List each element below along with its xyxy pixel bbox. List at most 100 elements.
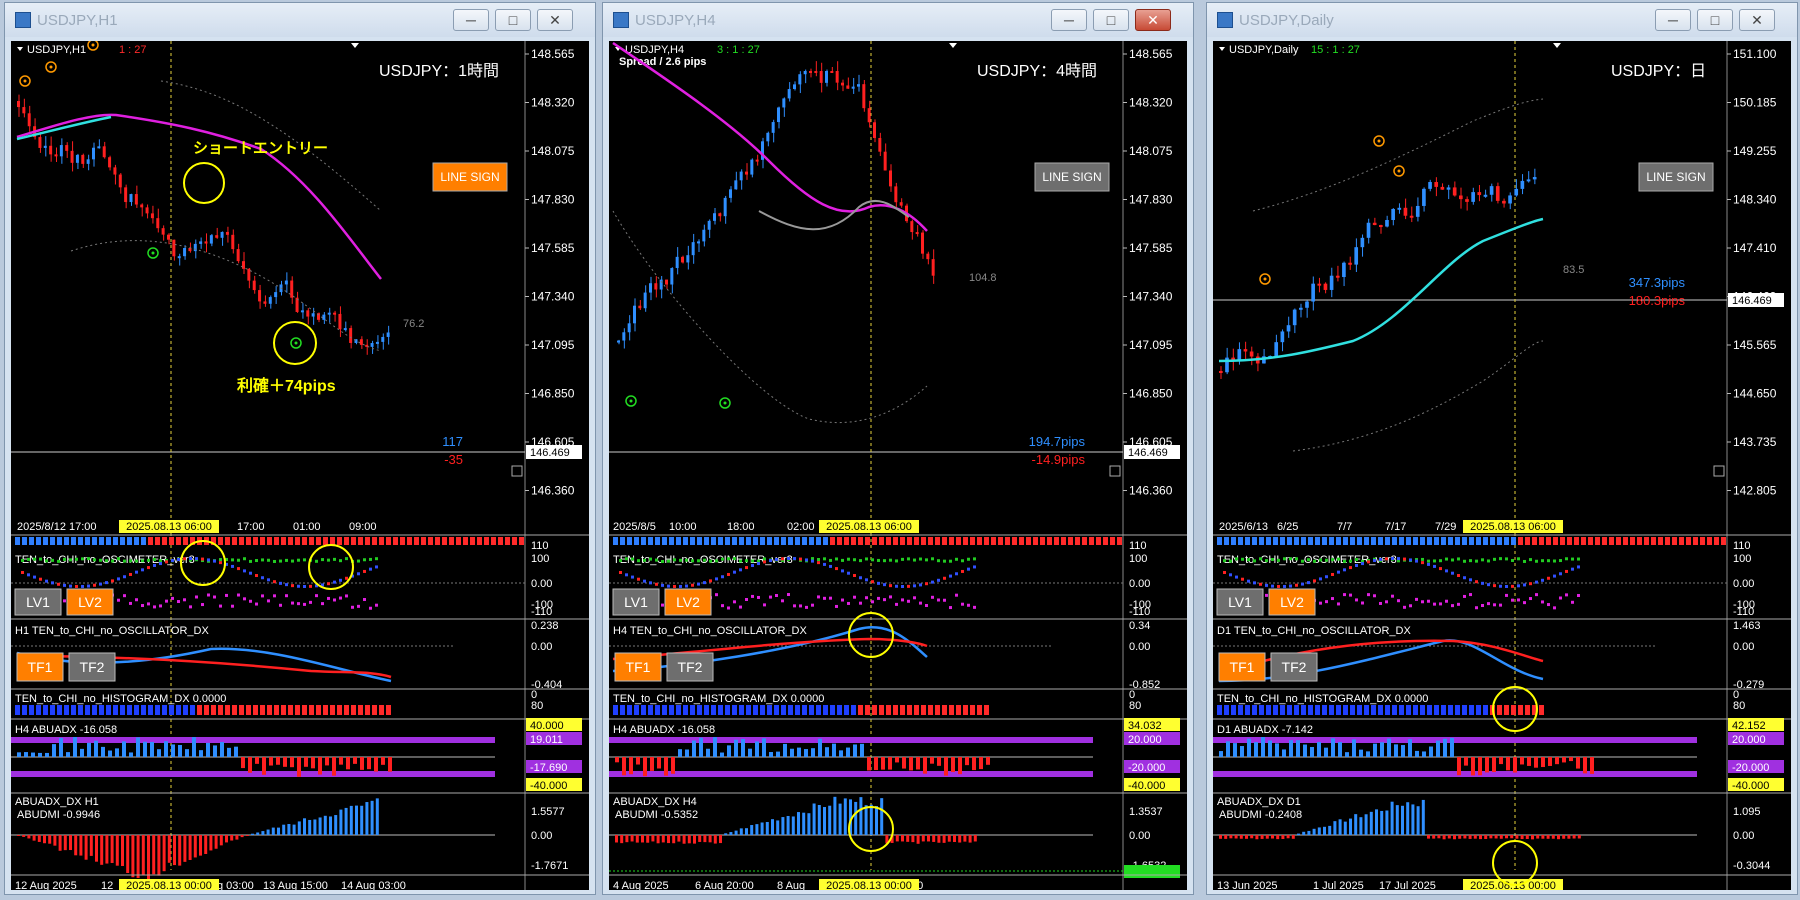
abuadx-bar bbox=[353, 757, 357, 764]
abudmi-bar bbox=[1484, 835, 1488, 839]
abudmi-bar bbox=[906, 835, 910, 842]
abuadx-bar bbox=[339, 757, 343, 765]
oscillator-scale-label: 0.00 bbox=[531, 641, 552, 653]
strength-strip-cell bbox=[267, 537, 272, 545]
candle-body bbox=[713, 213, 716, 221]
abudmi-bar bbox=[1239, 835, 1243, 839]
bottom-time-cursor-label: 2025.08.13 00:00 bbox=[826, 880, 912, 890]
strength-strip-cell bbox=[1567, 537, 1572, 545]
chart-canvas[interactable]: 148.565148.320148.075147.830147.585147.3… bbox=[11, 41, 589, 890]
minimize-button[interactable]: ─ bbox=[1655, 9, 1691, 31]
histogram-bar bbox=[1371, 705, 1376, 715]
abuadx-scale-label: 19.011 bbox=[530, 734, 563, 746]
strength-strip-cell bbox=[358, 537, 363, 545]
signal-marker-dot bbox=[23, 79, 27, 83]
abudmi-bar bbox=[776, 820, 780, 835]
title-bar[interactable]: USDJPY,H1 ─ □ ✕ bbox=[5, 3, 595, 37]
candle-body bbox=[338, 313, 342, 330]
chart-window-3[interactable]: USDJPY,Daily ─ □ ✕ 151.100 150.185 149.255… bbox=[1206, 2, 1798, 895]
candle-body bbox=[803, 71, 807, 75]
candle-body bbox=[167, 234, 170, 240]
abudmi-bar bbox=[1411, 804, 1415, 835]
oscimeter-dot-green bbox=[87, 557, 90, 561]
candle-body bbox=[675, 256, 679, 269]
abudmi-bar bbox=[235, 835, 239, 840]
strength-strip-cell bbox=[1539, 537, 1544, 545]
candle-body bbox=[215, 235, 219, 238]
oscimeter-dot bbox=[21, 571, 24, 574]
abudmi-bar bbox=[261, 831, 265, 835]
candle-body bbox=[161, 228, 165, 235]
minimize-button[interactable]: ─ bbox=[1051, 9, 1087, 31]
strength-strip-cell bbox=[655, 537, 660, 545]
abudmi-title: ABUDMI -0.9946 bbox=[17, 809, 100, 821]
title-bar[interactable]: USDJPY,H4 ─ □ ✕ bbox=[603, 3, 1193, 37]
oscimeter-dot-green bbox=[637, 559, 640, 563]
abuadx-bar bbox=[1401, 745, 1405, 757]
minimize-button[interactable]: ─ bbox=[453, 9, 489, 31]
histogram-bar bbox=[267, 705, 272, 715]
abudmi-bar bbox=[719, 835, 722, 844]
candle-body bbox=[1274, 342, 1279, 356]
oscimeter-dot-green bbox=[345, 557, 348, 561]
abudmi-bar bbox=[823, 807, 826, 835]
abudmi-bar bbox=[693, 835, 696, 844]
abudmi-bar bbox=[1421, 799, 1425, 835]
oscimeter-dot bbox=[129, 572, 132, 576]
abuadx-dx-title: ABUADX_DX D1 bbox=[1217, 796, 1301, 808]
oscimeter-dot-green bbox=[99, 558, 102, 562]
oscimeter-dot-green bbox=[1475, 559, 1478, 563]
close-button[interactable]: ✕ bbox=[537, 9, 573, 31]
chart-canvas[interactable]: 151.100150.185149.255148.340147.410146.4… bbox=[1213, 41, 1791, 890]
oscimeter-button-label: LV2 bbox=[676, 594, 700, 610]
oscimeter-dot-green bbox=[111, 559, 114, 563]
histogram-bar bbox=[1504, 705, 1509, 715]
chart-canvas[interactable]: 148.565148.320148.075147.830147.585147.3… bbox=[609, 41, 1187, 890]
chart-window-2[interactable]: USDJPY,H4 ─ □ ✕ 148.565 148.320 148.075 147… bbox=[602, 2, 1194, 895]
oscimeter-dot bbox=[1385, 557, 1388, 561]
abuadx-bar bbox=[1422, 751, 1426, 757]
maximize-button[interactable]: □ bbox=[1093, 9, 1129, 31]
chart-area[interactable]: 148.565 148.320 148.075 147.830 147.585 147.3… bbox=[609, 41, 1187, 890]
strength-strip-cell bbox=[788, 537, 793, 545]
strength-strip-cell bbox=[456, 537, 461, 545]
strength-strip-cell bbox=[218, 537, 223, 545]
close-button[interactable]: ✕ bbox=[1739, 9, 1775, 31]
histogram-bar bbox=[99, 705, 104, 715]
oscimeter-dot bbox=[823, 562, 826, 566]
abudmi-bar bbox=[147, 835, 150, 880]
oscimeter-dot-green bbox=[691, 559, 694, 563]
histogram-bar bbox=[718, 705, 723, 715]
oscimeter-dot bbox=[1241, 577, 1244, 581]
abudmi-bar bbox=[854, 801, 858, 835]
abuadx-bar bbox=[1240, 746, 1244, 757]
chart-window-1[interactable]: USDJPY,H1 ─ □ ✕ 148.565 148.320 148.075 147… bbox=[4, 2, 596, 895]
candle-body bbox=[1502, 200, 1506, 204]
maximize-button[interactable]: □ bbox=[1697, 9, 1733, 31]
oscimeter-dot-magenta bbox=[1433, 602, 1436, 606]
abuadx-bar bbox=[1275, 743, 1279, 757]
oscimeter-dot-green bbox=[955, 557, 958, 561]
oscimeter-dot bbox=[1223, 571, 1226, 574]
maximize-button[interactable]: □ bbox=[495, 9, 531, 31]
oscimeter-dot bbox=[1553, 574, 1556, 578]
abudmi-bar bbox=[1562, 835, 1566, 839]
abuadx-bar bbox=[1338, 742, 1342, 757]
strength-strip-cell bbox=[1504, 537, 1509, 545]
oscimeter-dot-green bbox=[357, 559, 360, 563]
pips-loss-value: -35 bbox=[444, 452, 463, 467]
oscimeter-dot-magenta bbox=[279, 603, 282, 607]
chart-area[interactable]: 148.565 148.320 148.075 147.830 147.585 147.3… bbox=[11, 41, 589, 890]
oscimeter-dot-green bbox=[1457, 557, 1460, 561]
title-bar[interactable]: USDJPY,Daily ─ □ ✕ bbox=[1207, 3, 1797, 37]
abudmi-bar bbox=[942, 835, 946, 843]
candle-body bbox=[1459, 195, 1463, 200]
candle-body bbox=[1415, 205, 1420, 217]
strength-strip-cell bbox=[365, 537, 370, 545]
chart-area[interactable]: 151.100150.185149.255148.340147.410146.4… bbox=[1213, 41, 1791, 890]
close-button[interactable]: ✕ bbox=[1135, 9, 1171, 31]
oscimeter-dot-green bbox=[697, 559, 700, 563]
histogram-bar bbox=[1441, 705, 1446, 715]
oscimeter-dot-green bbox=[649, 557, 652, 561]
candle-body bbox=[1434, 182, 1439, 187]
